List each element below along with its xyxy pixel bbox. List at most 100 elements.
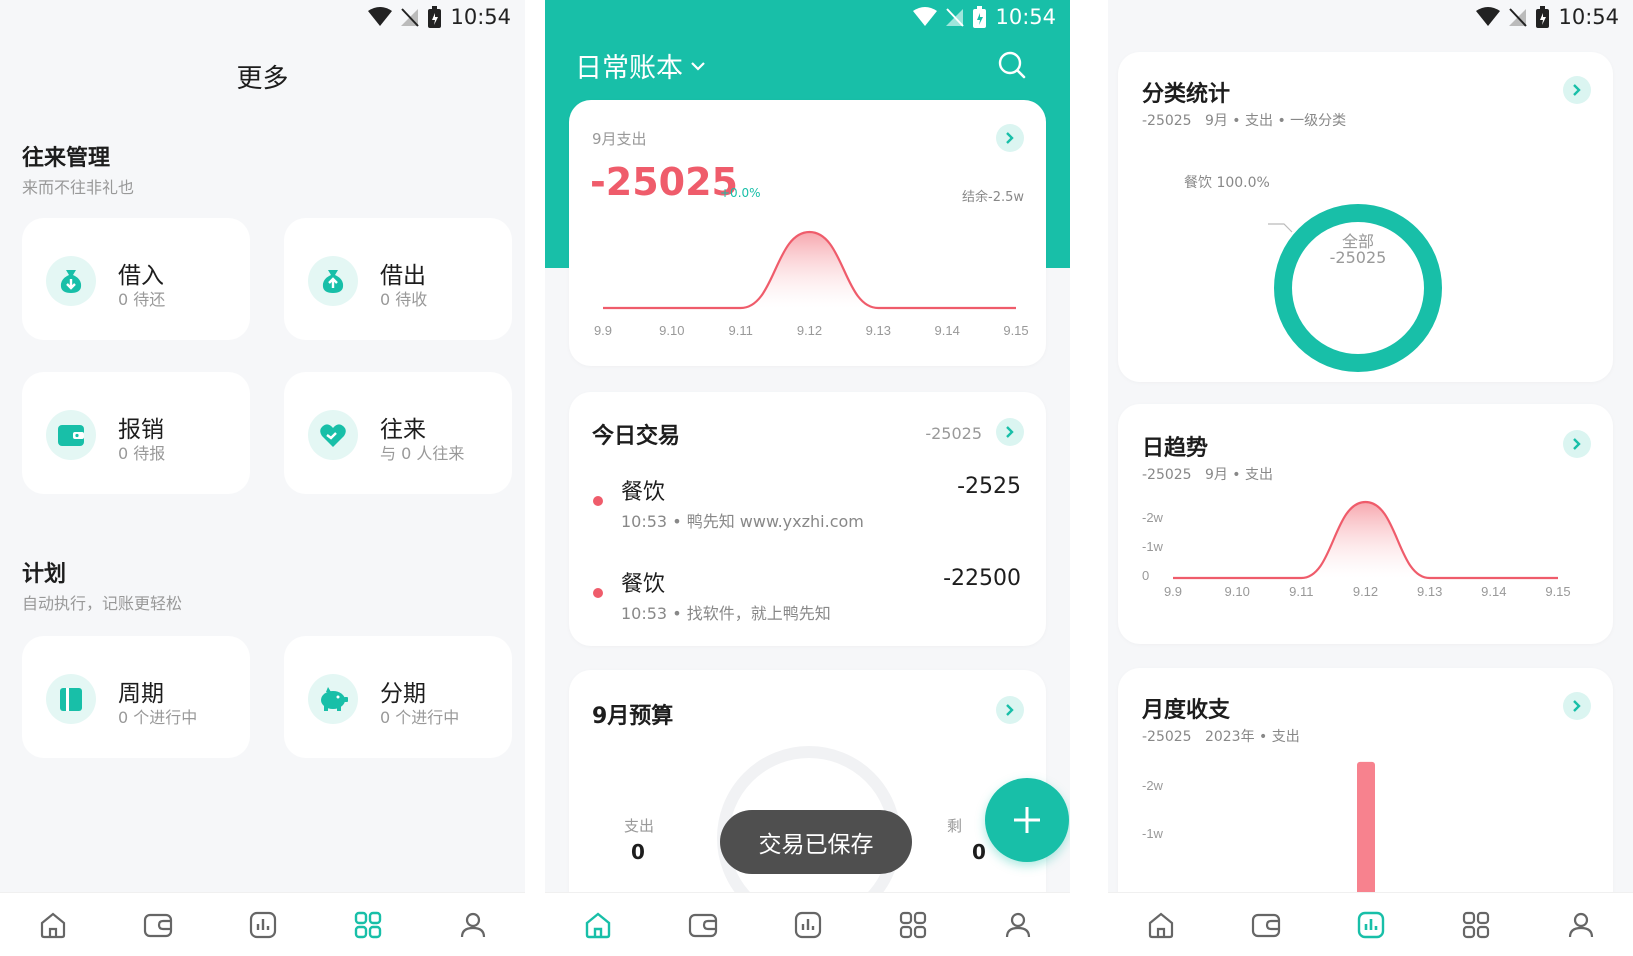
tab-wallet[interactable] <box>1244 903 1288 947</box>
no-signal-icon <box>401 8 420 27</box>
statistics-screen: 10:54 分类统计 -25025 9月 • 支出 • 一级分类 餐饮 100.… <box>1108 0 1633 956</box>
tab-profile[interactable] <box>996 903 1040 947</box>
x-tick-label: 9.9 <box>594 323 612 338</box>
clock: 10:54 <box>995 5 1056 29</box>
tile-recurring[interactable]: 周期 0 个进行中 <box>22 636 250 758</box>
y-tick-label: -1w <box>1142 539 1164 554</box>
tab-home[interactable] <box>31 903 75 947</box>
section-subtitle-plan: 自动执行，记账更轻松 <box>22 594 183 613</box>
clock: 10:54 <box>450 5 511 29</box>
status-bar: 10:54 <box>545 0 1070 34</box>
tab-more[interactable] <box>1454 903 1498 947</box>
monthly-income-expense-card[interactable]: 月度收支 -25025 2023年 • 支出 -2w -1w <box>1118 668 1613 928</box>
chevron-right-icon[interactable] <box>996 124 1024 152</box>
monthly-title: 月度收支 <box>1142 698 1231 723</box>
bottom-tab-bar <box>1108 892 1633 956</box>
chart-icon <box>794 911 821 938</box>
summary-balance: 结余-2.5w <box>962 190 1024 205</box>
tile-installment[interactable]: 分期 0 个进行中 <box>284 636 512 758</box>
chevron-right-icon[interactable] <box>996 696 1024 724</box>
tab-wallet[interactable] <box>136 903 180 947</box>
slice-leader-line <box>1268 223 1293 233</box>
bottom-tab-bar <box>0 892 525 956</box>
category-dot <box>593 496 603 506</box>
today-title: 今日交易 <box>592 424 681 449</box>
grid-icon <box>899 911 926 938</box>
transaction-amount: -2525 <box>957 474 1021 499</box>
wallet-icon <box>688 913 717 937</box>
series-area <box>1173 502 1558 578</box>
ledger-screen: 10:54 日常账本 9月支出 -25025 +0.0% 结余-2.5w 9.9… <box>545 0 1070 956</box>
tile-sub: 与 0 人往来 <box>380 444 465 463</box>
chevron-right-icon[interactable] <box>996 418 1024 446</box>
x-tick-label: 9.13 <box>866 323 891 338</box>
chevron-right-icon[interactable] <box>1563 76 1591 104</box>
no-signal-icon <box>946 8 965 27</box>
section-subtitle-debt: 来而不往非礼也 <box>22 178 135 197</box>
pie-slice-label: 餐饮 100.0% <box>1184 175 1270 191</box>
add-transaction-button[interactable] <box>985 778 1069 862</box>
more-screen: 10:54 更多 往来管理 来而不往非礼也 借入 0 待还 借出 0 待收 报销… <box>0 0 525 956</box>
tile-label: 借入 <box>118 263 164 289</box>
tab-profile[interactable] <box>1559 903 1603 947</box>
money-bag-out-icon <box>308 256 358 306</box>
tile-label: 分期 <box>380 681 426 707</box>
summary-label: 9月支出 <box>592 130 647 148</box>
tile-borrow-out[interactable]: 借出 0 待收 <box>284 218 512 340</box>
budget-remain-label: 剩 <box>947 817 963 835</box>
chevron-right-icon[interactable] <box>1563 692 1591 720</box>
chevron-right-icon[interactable] <box>1563 430 1591 458</box>
y-tick-label: -1w <box>1142 826 1164 841</box>
x-tick-label: 9.11 <box>728 323 752 338</box>
today-transactions-card: 今日交易 -25025 餐饮 10:53 • 鸭先知 www.yxzhi.com… <box>569 392 1046 646</box>
x-tick-label: 9.14 <box>935 323 960 338</box>
x-tick-label: 9.10 <box>1225 584 1250 599</box>
user-icon <box>1005 912 1030 937</box>
bottom-tab-bar <box>545 892 1070 956</box>
tile-contacts[interactable]: 往来 与 0 人往来 <box>284 372 512 494</box>
tab-home[interactable] <box>1139 903 1183 947</box>
transaction-category: 餐饮 <box>621 572 666 597</box>
search-icon[interactable] <box>997 50 1027 80</box>
category-stats-card[interactable]: 分类统计 -25025 9月 • 支出 • 一级分类 餐饮 100.0% 全部 … <box>1118 52 1613 382</box>
tile-reimburse[interactable]: 报销 0 待报 <box>22 372 250 494</box>
summary-amount: -25025 <box>590 160 738 204</box>
series-area <box>603 232 1016 308</box>
tab-home[interactable] <box>576 903 620 947</box>
ledger-selector[interactable]: 日常账本 <box>575 46 705 85</box>
x-tick-label: 9.9 <box>1164 584 1182 599</box>
home-icon <box>40 912 65 938</box>
user-icon <box>460 912 485 937</box>
chart-icon <box>249 911 276 938</box>
tile-borrow-in[interactable]: 借入 0 待还 <box>22 218 250 340</box>
x-tick-label: 9.12 <box>797 323 822 338</box>
status-bar: 10:54 <box>1108 0 1633 34</box>
status-bar: 10:54 <box>0 0 525 34</box>
tab-stats[interactable] <box>786 903 830 947</box>
budget-spent-label: 支出 <box>624 817 655 835</box>
monthly-subtitle: -25025 2023年 • 支出 <box>1142 729 1300 745</box>
tab-stats[interactable] <box>241 903 285 947</box>
tab-profile[interactable] <box>451 903 495 947</box>
tab-wallet[interactable] <box>681 903 725 947</box>
tab-stats[interactable] <box>1349 903 1393 947</box>
tab-more[interactable] <box>346 903 390 947</box>
wallet-icon <box>46 410 96 460</box>
home-icon <box>585 911 610 938</box>
battery-icon <box>973 6 987 28</box>
heart-handshake-icon <box>308 410 358 460</box>
x-tick-label: 9.15 <box>1003 323 1028 338</box>
battery-icon <box>428 6 442 28</box>
battery-icon <box>1536 6 1550 28</box>
budget-card[interactable]: 9月预算 支出 0 剩 0 <box>569 670 1046 930</box>
ledger-name: 日常账本 <box>575 53 683 84</box>
page-title: 更多 <box>236 64 289 94</box>
monthly-summary-card[interactable]: 9月支出 -25025 +0.0% 结余-2.5w 9.9 9.10 9.11 9.1… <box>569 100 1046 366</box>
plus-icon <box>1014 807 1040 833</box>
tab-more[interactable] <box>891 903 935 947</box>
daily-trend-card[interactable]: 日趋势 -25025 9月 • 支出 -2w -1w 0 9.9 9.10 9.11 9.1… <box>1118 404 1613 644</box>
transaction-detail: 10:53 • 找软件，就上鸭先知 <box>621 604 831 623</box>
transaction-category: 餐饮 <box>621 480 666 505</box>
toast-message: 交易已保存 <box>720 810 912 874</box>
daily-expense-chart: 9.9 9.10 9.11 9.12 9.13 9.14 9.15 <box>594 230 1029 338</box>
